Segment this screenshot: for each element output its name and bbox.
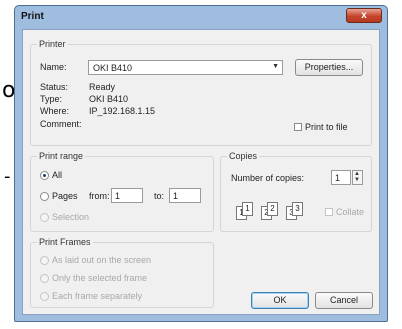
from-page-input[interactable]: 1 (111, 188, 143, 203)
all-radio[interactable] (40, 171, 49, 180)
window-title: Print (21, 11, 44, 22)
print-range-group-label: Print range (37, 151, 86, 161)
frames-selected-label: Only the selected frame (52, 273, 148, 283)
collate-page: 2 (267, 202, 278, 216)
all-label: All (52, 170, 63, 180)
collate-illustration: 1 1 2 2 3 3 (236, 200, 316, 224)
print-range-group: Print range All Pages from: 1 to: 1 Sele… (30, 151, 214, 232)
selection-radio[interactable] (40, 213, 49, 222)
stepper-down-icon[interactable]: ▼ (354, 177, 360, 183)
cancel-button[interactable]: Cancel (315, 292, 373, 309)
copies-group: Copies Number of copies: 1 ▲ ▼ 1 1 2 2 3… (220, 151, 372, 232)
properties-button[interactable]: Properties... (295, 59, 363, 76)
copies-group-label: Copies (227, 151, 260, 161)
to-label: to: (154, 191, 165, 201)
pages-radio[interactable] (40, 192, 49, 201)
printer-name-value: OKI B410 (93, 63, 133, 73)
type-label: Type: (40, 94, 63, 104)
to-page-input[interactable]: 1 (169, 188, 201, 203)
dialog-client-area: Printer Name: OKI B410 ▼ Properties... S… (22, 29, 380, 315)
frames-laid-out-radio[interactable] (40, 256, 49, 265)
frames-laid-out-label: As laid out on the screen (52, 255, 152, 265)
where-label: Where: (40, 106, 70, 116)
copies-stepper[interactable]: ▲ ▼ (352, 170, 363, 185)
frames-separately-radio[interactable] (40, 292, 49, 301)
printer-group-label: Printer (37, 39, 68, 49)
collate-checkbox[interactable] (325, 208, 333, 216)
pages-label: Pages (52, 191, 78, 201)
printer-name-select[interactable]: OKI B410 ▼ (88, 60, 283, 75)
print-to-file-label: Print to file (305, 122, 348, 132)
chevron-down-icon: ▼ (272, 63, 279, 70)
close-button[interactable]: x (346, 8, 382, 23)
print-frames-group: Print Frames As laid out on the screen O… (30, 237, 214, 308)
where-value: IP_192.168.1.15 (89, 106, 156, 116)
from-page-value: 1 (115, 191, 121, 201)
title-bar[interactable]: Print x (15, 6, 387, 28)
printer-group: Printer Name: OKI B410 ▼ Properties... S… (30, 39, 372, 146)
copies-input[interactable]: 1 (331, 170, 351, 185)
number-of-copies-label: Number of copies: (231, 173, 305, 183)
collate-page: 3 (292, 202, 303, 216)
collate-label: Collate (336, 207, 365, 217)
from-label: from: (89, 191, 110, 201)
comment-label: Comment: (40, 119, 82, 129)
print-frames-group-label: Print Frames (37, 237, 93, 247)
name-label: Name: (40, 62, 67, 72)
frames-separately-label: Each frame separately (52, 291, 143, 301)
print-dialog: Print x Printer Name: OKI B410 ▼ Propert… (14, 5, 388, 322)
status-value: Ready (89, 82, 116, 92)
status-label: Status: (40, 82, 69, 92)
copies-value: 1 (335, 173, 341, 183)
to-page-value: 1 (173, 191, 179, 201)
close-icon: x (361, 10, 367, 21)
frames-selected-radio[interactable] (40, 274, 49, 283)
type-value: OKI B410 (89, 94, 129, 104)
background-dash: - (4, 166, 11, 187)
selection-label: Selection (52, 212, 90, 222)
ok-button[interactable]: OK (251, 292, 309, 309)
collate-page: 1 (242, 202, 253, 216)
print-to-file-checkbox[interactable] (294, 123, 302, 131)
